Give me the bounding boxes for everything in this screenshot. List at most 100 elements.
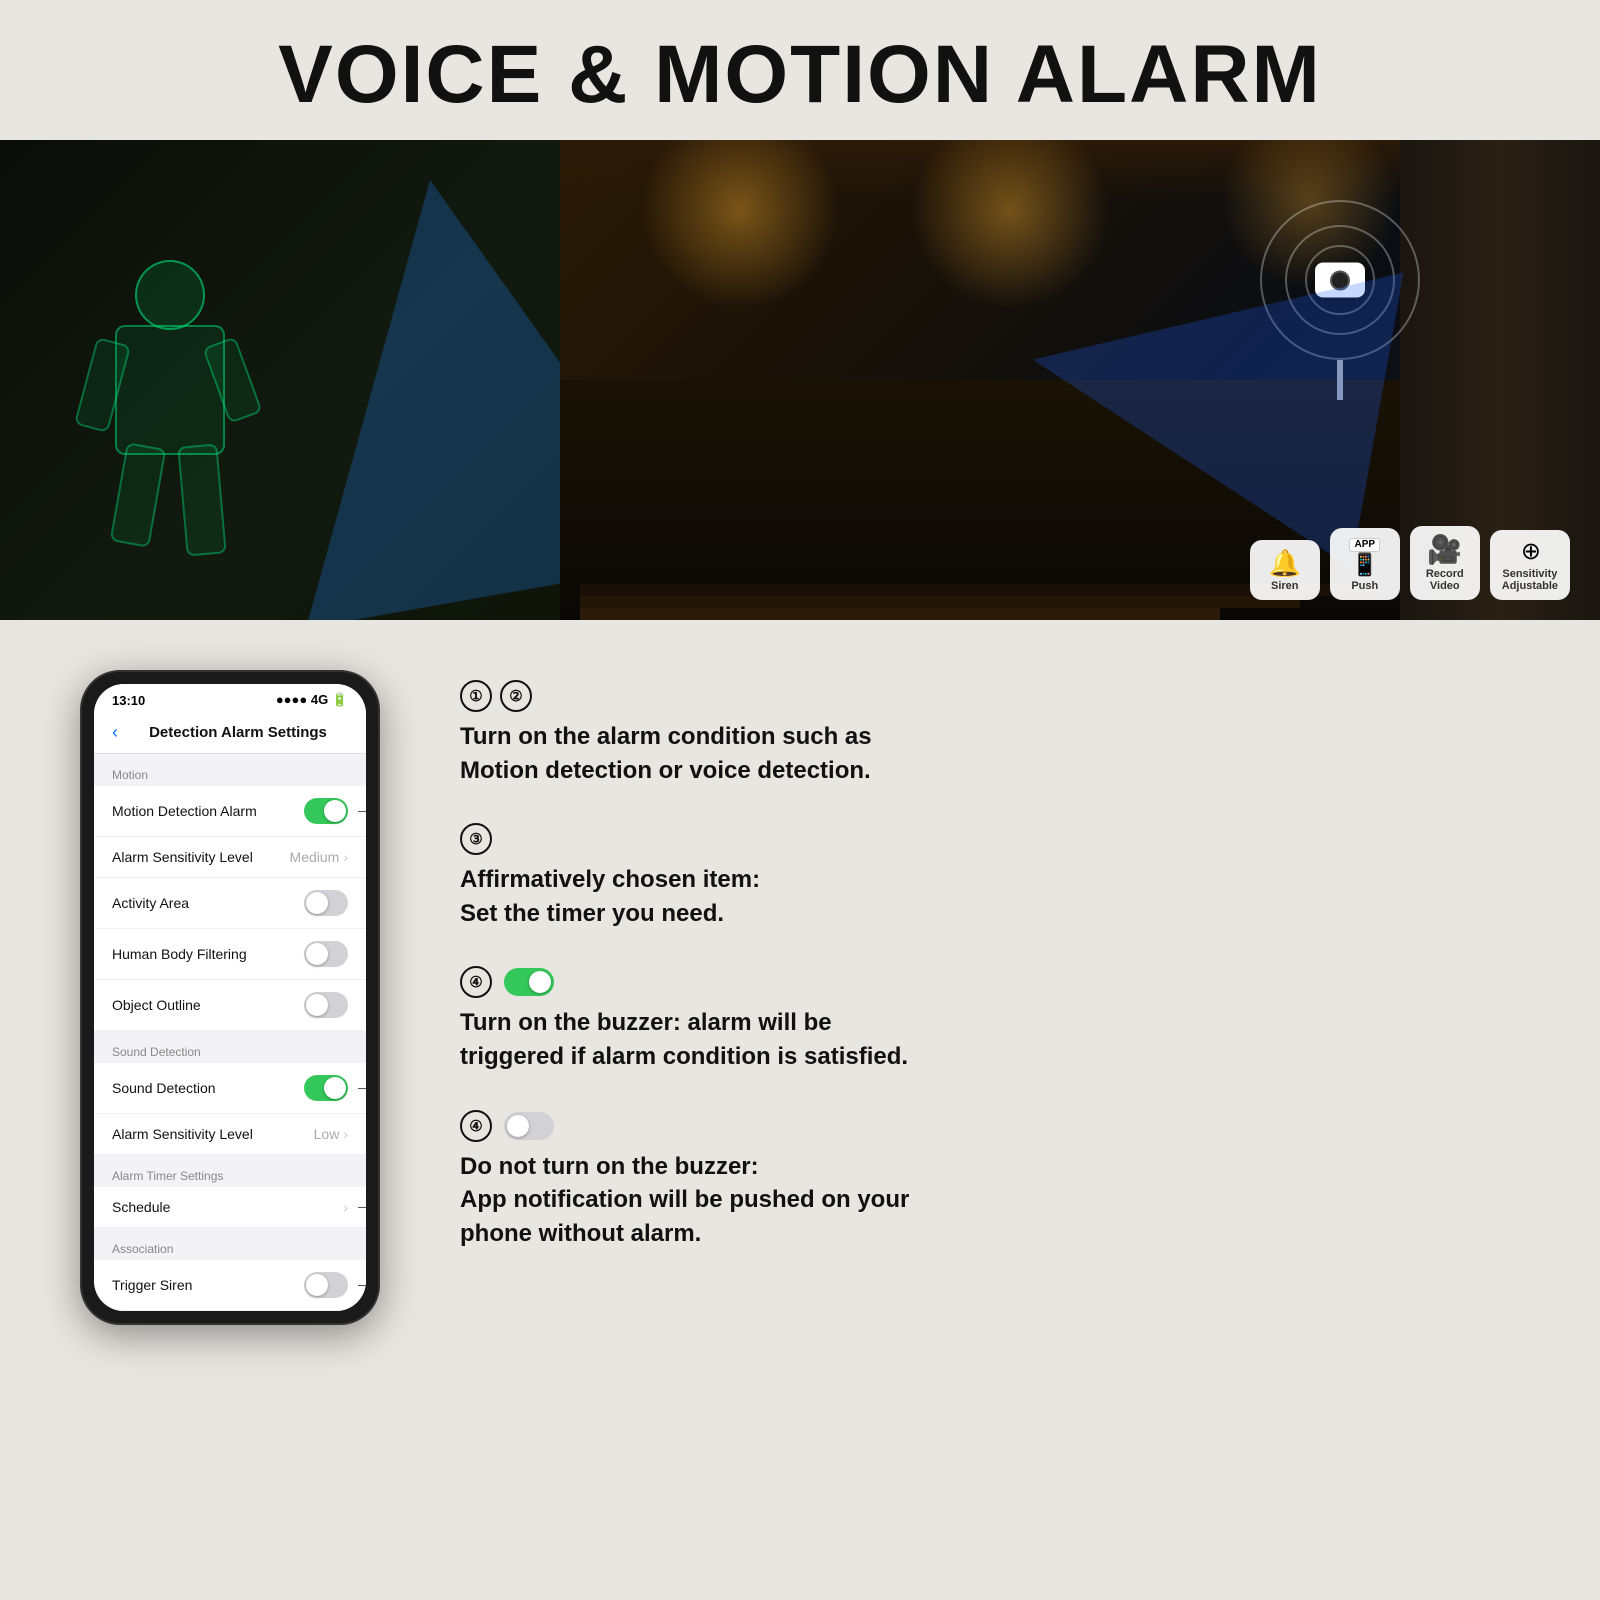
sensitivity-sound-label: Alarm Sensitivity Level — [112, 1126, 314, 1142]
record-video-icon: 🎥 — [1427, 536, 1462, 564]
siren-icon: 🔔 — [1269, 550, 1301, 576]
record-video-icon-item: 🎥 RecordVideo — [1410, 526, 1480, 600]
phone-signal: ●●●● 4G 🔋 — [276, 692, 348, 708]
instruction-block-4-on: ④ Turn on the buzzer: alarm will be trig… — [460, 966, 1520, 1073]
trigger-siren-knob — [306, 1274, 328, 1296]
phone-section-sound: Sound Detection — [94, 1031, 366, 1063]
burglar-leg-left — [110, 442, 167, 547]
annotation-4: ④ — [358, 1272, 366, 1298]
object-outline-label: Object Outline — [112, 997, 304, 1013]
toggle-demo-on — [504, 968, 554, 996]
phone-row-activity-area: Activity Area — [94, 878, 366, 929]
sensitivity-icon: ⊕ — [1521, 540, 1539, 564]
phone-back-button[interactable]: ‹ — [112, 722, 118, 743]
schedule-arrow: › — [343, 1199, 348, 1215]
instruction-text-4-on: Turn on the buzzer: alarm will be trigge… — [460, 1006, 1520, 1073]
instruction-block-1-2: ① ② Turn on the alarm condition such as … — [460, 680, 1520, 787]
phone-row-schedule[interactable]: Schedule › ③ — [94, 1187, 366, 1228]
page-title: VOICE & MOTION ALARM — [0, 28, 1600, 122]
hero-section: 🔔 Siren APP 📱 Push 🎥 RecordVideo ⊕ Sensi… — [0, 140, 1600, 620]
step-numbers-1-2: ① ② — [460, 680, 1520, 712]
annotation-2: ② — [358, 1075, 366, 1101]
human-body-toggle[interactable] — [304, 941, 348, 967]
camera-beam — [1007, 212, 1404, 568]
sensitivity-sound-value: Low — [314, 1126, 340, 1142]
motion-detection-label: Motion Detection Alarm — [112, 803, 304, 819]
siren-icon-item: 🔔 Siren — [1250, 540, 1320, 600]
step-numbers-3: ③ — [460, 823, 1520, 855]
instruction-block-4-off: ④ Do not turn on the buzzer: App notific… — [460, 1110, 1520, 1251]
annotation-line-4 — [358, 1285, 366, 1286]
record-video-label: RecordVideo — [1426, 568, 1464, 592]
sound-detection-toggle[interactable] — [304, 1075, 348, 1101]
sound-detection-label: Sound Detection — [112, 1080, 304, 1096]
burglar-torso — [115, 325, 225, 455]
phone-section-timer: Alarm Timer Settings — [94, 1155, 366, 1187]
phone-row-human-body: Human Body Filtering — [94, 929, 366, 980]
phone-nav-title: Detection Alarm Settings — [128, 724, 348, 741]
motion-detection-toggle[interactable] — [304, 798, 348, 824]
step-with-toggle-on: ④ — [460, 966, 1520, 998]
step-circle-2: ② — [500, 680, 532, 712]
instruction-text-1-2: Turn on the alarm condition such as Moti… — [460, 720, 1520, 787]
trigger-siren-toggle[interactable] — [304, 1272, 348, 1298]
instruction-block-3: ③ Affirmatively chosen item: Set the tim… — [460, 823, 1520, 930]
sound-detection-knob — [324, 1077, 346, 1099]
annotation-line-3 — [358, 1207, 366, 1208]
activity-area-label: Activity Area — [112, 895, 304, 911]
siren-label: Siren — [1271, 580, 1299, 592]
annotation-line-2 — [358, 1088, 366, 1089]
sensitivity-motion-arrow: › — [343, 849, 348, 865]
instruction-text-3: Affirmatively chosen item: Set the timer… — [460, 863, 1520, 930]
phone-row-sound-detection: Sound Detection ② — [94, 1063, 366, 1114]
sensitivity-motion-label: Alarm Sensitivity Level — [112, 849, 290, 865]
activity-area-knob — [306, 892, 328, 914]
hero-icons-panel: 🔔 Siren APP 📱 Push 🎥 RecordVideo ⊕ Sensi… — [1250, 526, 1570, 600]
phone-container: 13:10 ●●●● 4G 🔋 ‹ Detection Alarm Settin… — [80, 670, 400, 1540]
human-body-label: Human Body Filtering — [112, 946, 304, 962]
schedule-label: Schedule — [112, 1199, 343, 1215]
annotation-1: ① — [358, 798, 366, 824]
warm-light-1 — [640, 140, 840, 310]
phone-row-object-outline: Object Outline — [94, 980, 366, 1031]
phone-row-sensitivity-motion[interactable]: Alarm Sensitivity Level Medium › — [94, 837, 366, 878]
burglar-figure — [80, 260, 260, 560]
motion-detection-knob — [324, 800, 346, 822]
lower-section: 13:10 ●●●● 4G 🔋 ‹ Detection Alarm Settin… — [0, 620, 1600, 1580]
phone-row-motion-detection: Motion Detection Alarm ① — [94, 786, 366, 837]
instruction-text-4-off: Do not turn on the buzzer: App notificat… — [460, 1150, 1520, 1251]
burglar-head — [135, 260, 205, 330]
sensitivity-label: SensitivityAdjustable — [1502, 568, 1558, 592]
human-body-knob — [306, 943, 328, 965]
toggle-demo-off — [504, 1112, 554, 1140]
phone-row-sensitivity-sound[interactable]: Alarm Sensitivity Level Low › — [94, 1114, 366, 1155]
sensitivity-motion-value: Medium — [290, 849, 340, 865]
step-circle-4-off: ④ — [460, 1110, 492, 1142]
push-icon: APP 📱 — [1349, 538, 1380, 576]
step-circle-4-on: ④ — [460, 966, 492, 998]
step-circle-3: ③ — [460, 823, 492, 855]
phone-status-bar: 13:10 ●●●● 4G 🔋 — [94, 684, 366, 712]
sensitivity-sound-arrow: › — [343, 1126, 348, 1142]
trigger-siren-label: Trigger Siren — [112, 1277, 304, 1293]
object-outline-knob — [306, 994, 328, 1016]
burglar-leg-right — [177, 443, 226, 556]
annotation-3: ③ — [358, 1194, 366, 1220]
step-circle-1: ① — [460, 680, 492, 712]
push-icon-item: APP 📱 Push — [1330, 528, 1400, 600]
phone-nav-bar: ‹ Detection Alarm Settings — [94, 712, 366, 754]
phone-screen: 13:10 ●●●● 4G 🔋 ‹ Detection Alarm Settin… — [94, 684, 366, 1311]
phone-row-trigger-siren: Trigger Siren ④ — [94, 1260, 366, 1311]
phone-time: 13:10 — [112, 693, 145, 708]
sensitivity-icon-item: ⊕ SensitivityAdjustable — [1490, 530, 1570, 600]
activity-area-toggle[interactable] — [304, 890, 348, 916]
right-content: ① ② Turn on the alarm condition such as … — [460, 670, 1520, 1540]
phone-section-motion: Motion — [94, 754, 366, 786]
push-label: Push — [1351, 580, 1378, 592]
phone-section-association: Association — [94, 1228, 366, 1260]
step-with-toggle-off: ④ — [460, 1110, 1520, 1142]
object-outline-toggle[interactable] — [304, 992, 348, 1018]
annotation-line-1 — [358, 811, 366, 812]
phone-mockup: 13:10 ●●●● 4G 🔋 ‹ Detection Alarm Settin… — [80, 670, 380, 1325]
title-section: VOICE & MOTION ALARM — [0, 0, 1600, 140]
